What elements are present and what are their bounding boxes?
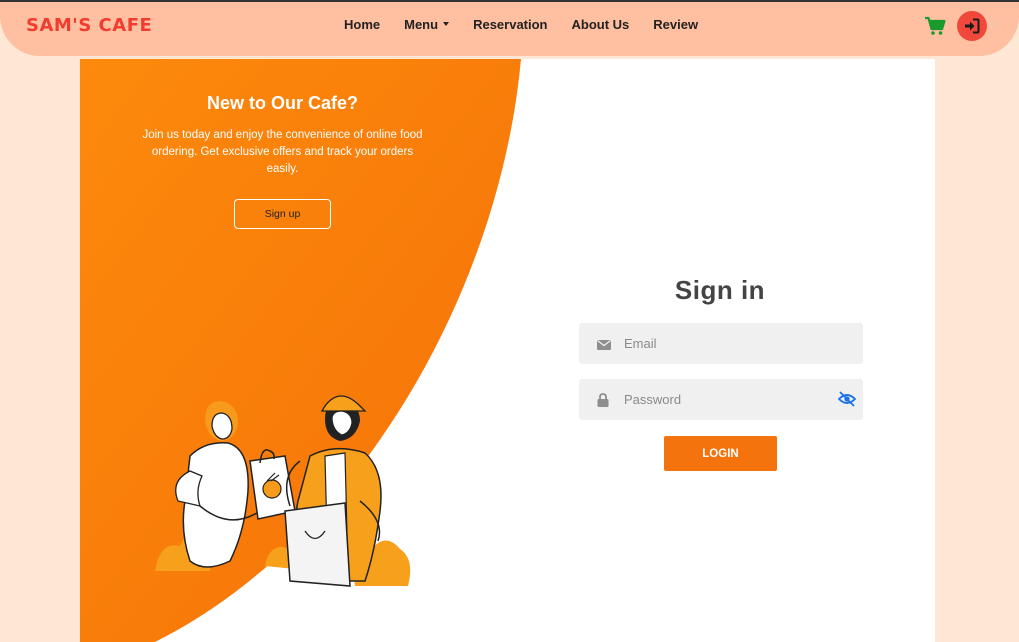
navbar: SAM'S CAFE Home Menu Reservation About U… xyxy=(0,2,1019,56)
nav-menu-label: Menu xyxy=(404,17,439,32)
signup-button[interactable]: Sign up xyxy=(234,199,331,229)
login-button[interactable] xyxy=(957,11,987,41)
password-input[interactable] xyxy=(624,379,834,420)
promo-description: Join us today and enjoy the convenience … xyxy=(142,129,423,175)
email-field[interactable] xyxy=(579,323,863,364)
nav-about-us[interactable]: About Us xyxy=(572,17,630,32)
password-field[interactable] xyxy=(579,379,863,420)
ghost-login-label: in xyxy=(988,19,997,31)
sign-in-icon xyxy=(965,18,980,34)
email-input[interactable] xyxy=(624,323,834,364)
nav-reservation[interactable]: Reservation xyxy=(473,17,547,32)
envelope-icon xyxy=(597,336,611,355)
caret-down-icon xyxy=(443,22,450,26)
promo-title: New to Our Cafe? xyxy=(206,93,358,113)
nav-links: Home Menu Reservation About Us Review xyxy=(344,17,722,32)
nav-home[interactable]: Home xyxy=(344,17,380,32)
signin-title: Sign in xyxy=(674,275,766,305)
food-delivery-illustration xyxy=(155,395,411,587)
auth-card: New to Our Cafe? Join us today and enjoy… xyxy=(80,59,935,642)
eye-slash-icon[interactable] xyxy=(837,391,857,411)
lock-icon xyxy=(597,392,609,411)
cart-icon[interactable] xyxy=(924,16,946,36)
brand-logo[interactable]: SAM'S CAFE xyxy=(26,15,152,36)
nav-menu-dropdown[interactable]: Menu xyxy=(404,17,450,32)
login-submit-button[interactable]: LOGIN xyxy=(664,436,777,471)
nav-review[interactable]: Review xyxy=(653,17,698,32)
